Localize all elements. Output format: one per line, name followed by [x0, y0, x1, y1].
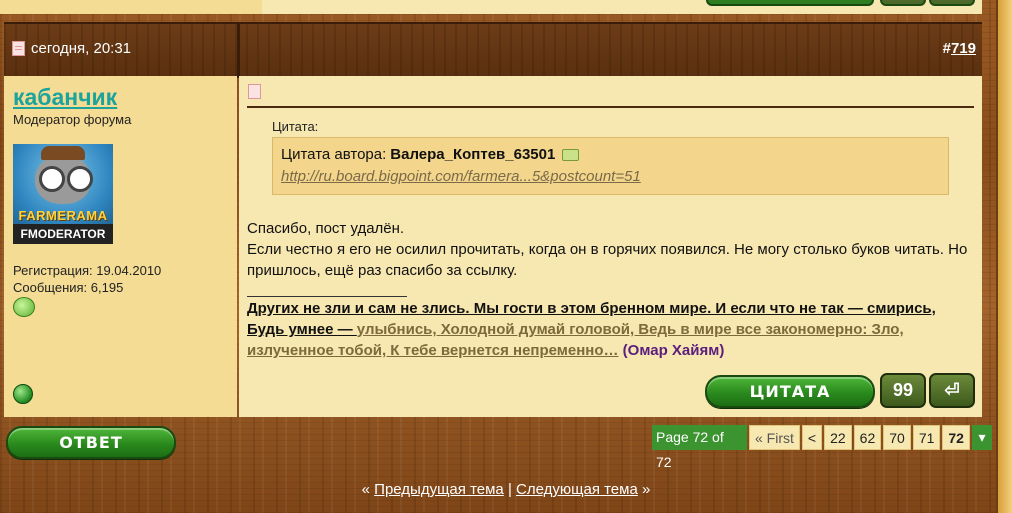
page-link[interactable]: 62 — [853, 425, 882, 450]
message-icon — [248, 84, 261, 99]
post-number-link[interactable]: 719 — [951, 40, 976, 57]
registration-date: Регистрация: 19.04.2010 — [13, 263, 162, 278]
page-link[interactable]: 71 — [912, 425, 941, 450]
online-status-icon — [13, 384, 33, 404]
previous-thread-link[interactable]: Предыдущая тема — [374, 481, 504, 498]
user-title: Модератор форума — [13, 112, 132, 127]
pagination: Page 72 of 72 « First < 22 62 70 71 72 ▾ — [652, 425, 992, 470]
post-icon — [12, 41, 25, 56]
post-message: Цитата: Цитата автора: Валера_Коптев_635… — [239, 76, 982, 367]
avatar-logo-text: FARMERAMA — [18, 208, 108, 223]
post-number: #719 — [942, 40, 976, 57]
page-link[interactable]: 70 — [883, 425, 911, 450]
message-line: Спасибо, пост удалён. — [247, 220, 405, 237]
quote-source-link[interactable]: http://ru.board.bigpoint.com/farmera...5… — [281, 168, 641, 185]
post-header: сегодня, 20:31 #719 — [4, 22, 982, 78]
message-count: Сообщения: 6,195 — [13, 280, 124, 295]
quote-label: Цитата: — [272, 119, 319, 134]
message-divider — [247, 106, 974, 108]
quote-author: Валера_Коптев_63501 — [390, 146, 556, 163]
page-jump-dropdown-icon[interactable]: ▾ — [971, 425, 992, 450]
quote-box: Цитата автора: Валера_Коптев_63501 http:… — [272, 137, 949, 195]
back-arrow-icon[interactable]: ⏎ — [929, 373, 975, 408]
signature: Других не зли и сам не злись. Мы гости в… — [247, 298, 972, 361]
signature-author: (Омар Хайям) — [618, 342, 725, 359]
user-stats: Регистрация: 19.04.2010 Сообщения: 6,195 — [13, 262, 161, 296]
post-footer-left — [4, 367, 237, 417]
quote-author-line: Цитата автора: Валера_Коптев_63501 — [281, 146, 580, 163]
message-body: Спасибо, пост удалён. Если честно я его … — [247, 218, 977, 281]
previous-quote-button[interactable] — [706, 0, 874, 6]
message-line: Если честно я его не осилил прочитать, к… — [247, 241, 968, 279]
reputation-icon[interactable] — [13, 297, 35, 317]
previous-back-button[interactable] — [929, 0, 975, 6]
thread-navigation: « Предыдущая тема | Следующая тема » — [361, 481, 651, 498]
username-link[interactable]: кабанчик — [13, 84, 117, 111]
post-date: сегодня, 20:31 — [12, 40, 131, 57]
page-frame-edge — [996, 0, 1012, 513]
avatar[interactable]: FARMERAMA FMODERATOR — [13, 144, 113, 244]
current-page: 72 — [942, 425, 970, 450]
next-thread-link[interactable]: Следующая тема — [516, 481, 638, 498]
page-link[interactable]: 22 — [824, 425, 852, 450]
previous-multiquote-button[interactable] — [880, 0, 926, 6]
multiquote-button[interactable]: 99 — [880, 373, 926, 408]
prev-page-link[interactable]: < — [801, 425, 823, 450]
first-page-link[interactable]: « First — [749, 425, 800, 450]
page-info: Page 72 of 72 — [652, 425, 747, 470]
avatar-badge-text: FMODERATOR — [13, 224, 113, 244]
previous-post-strip — [0, 0, 982, 14]
reply-button[interactable]: ОТВЕТ — [6, 426, 176, 459]
quote-button[interactable]: ЦИТАТА — [705, 375, 875, 408]
user-info: кабанчик Модератор форума FARMERAMA FMOD… — [4, 76, 237, 367]
view-post-icon[interactable] — [562, 148, 580, 161]
signature-divider — [247, 296, 407, 297]
